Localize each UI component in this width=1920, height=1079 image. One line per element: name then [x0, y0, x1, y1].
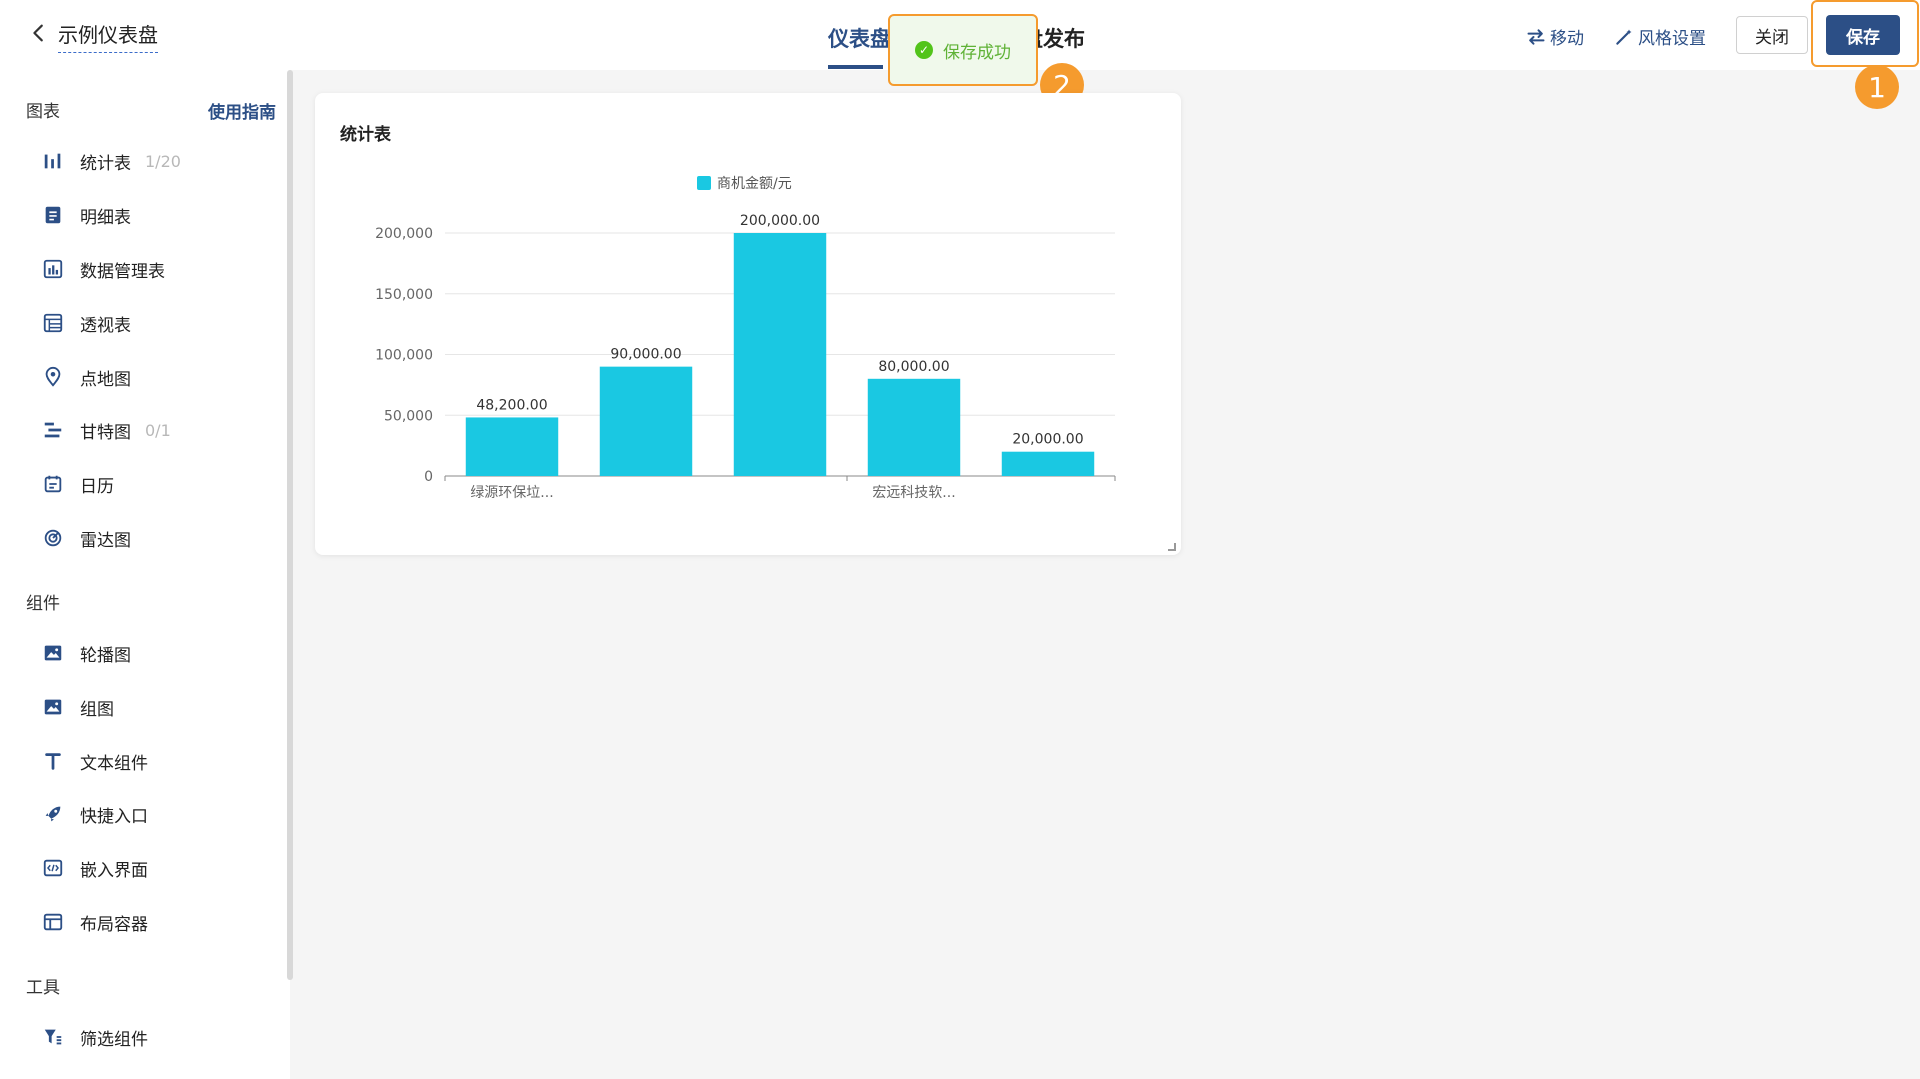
- pivot-table-icon: [40, 310, 66, 336]
- y-tick-label: 150,000: [375, 287, 433, 303]
- sidebar-item-quick-entry[interactable]: 快捷入口: [40, 798, 148, 830]
- back-arrow-icon[interactable]: [28, 22, 50, 44]
- sidebar-item-label: 透视表: [80, 315, 131, 336]
- usage-guide-link[interactable]: 使用指南: [208, 98, 276, 123]
- check-circle-icon: ✓: [915, 41, 933, 59]
- move-button-label: 移动: [1550, 29, 1584, 49]
- sidebar-item-label: 明细表: [80, 207, 131, 228]
- calendar-icon: [40, 471, 66, 497]
- sidebar-item-label: 嵌入界面: [80, 860, 148, 881]
- sidebar-item-label: 筛选组件: [80, 1029, 148, 1050]
- step-marker-1: 1: [1855, 65, 1899, 109]
- bar: [733, 233, 827, 476]
- radar-icon: [40, 525, 66, 551]
- magic-wand-icon: [1616, 29, 1632, 45]
- bar-data-label: 20,000.00: [1012, 432, 1083, 448]
- toast-message: 保存成功: [943, 42, 1011, 63]
- y-tick-label: 50,000: [384, 408, 433, 424]
- x-tick-label: 宏远科技软...: [872, 485, 955, 501]
- y-tick-label: 200,000: [375, 226, 433, 242]
- sidebar-item-text-component[interactable]: 文本组件: [40, 745, 148, 777]
- bar-chart: 商机金额/元 0 50,000 100,000 150,000 200,000 48,200…: [375, 176, 1116, 501]
- sidebar-item-label: 点地图: [80, 369, 131, 390]
- dashboard-title[interactable]: 示例仪表盘: [58, 19, 158, 53]
- move-button[interactable]: 移动: [1526, 24, 1584, 49]
- sidebar-item-label: 快捷入口: [80, 806, 148, 827]
- sidebar-scrollbar[interactable]: [287, 70, 293, 980]
- bar-data-label: 90,000.00: [610, 347, 681, 363]
- embed-code-icon: [40, 855, 66, 881]
- usage-count: 0/1: [145, 420, 171, 440]
- y-tick-label: 100,000: [375, 348, 433, 364]
- gantt-icon: [40, 417, 66, 443]
- sidebar-item-radar[interactable]: 雷达图: [40, 522, 131, 554]
- data-table-icon: [40, 256, 66, 282]
- sidebar-item-gantt[interactable]: 甘特图 0/1: [40, 414, 171, 446]
- map-pin-icon: [40, 364, 66, 390]
- sidebar-item-label: 雷达图: [80, 530, 131, 551]
- sidebar-item-data-management-table[interactable]: 数据管理表: [40, 253, 165, 285]
- document-icon: [40, 202, 66, 228]
- active-tab-underline: [828, 65, 883, 69]
- sidebar-item-embed-page[interactable]: 嵌入界面: [40, 852, 148, 884]
- bar-data-label: 80,000.00: [878, 359, 949, 375]
- layout-icon: [40, 909, 66, 935]
- rocket-icon: [40, 801, 66, 827]
- image-group-icon: [40, 694, 66, 720]
- legend-swatch: [697, 176, 711, 190]
- sidebar-item-calendar[interactable]: 日历: [40, 468, 114, 500]
- save-success-toast: ✓ 保存成功: [888, 14, 1038, 86]
- y-tick-label: 0: [424, 469, 433, 485]
- sidebar-item-label: 统计表: [80, 153, 131, 174]
- bar-data-label: 200,000.00: [740, 213, 820, 229]
- sidebar-item-label: 组图: [80, 699, 114, 720]
- sidebar-item-filter-component[interactable]: 筛选组件: [40, 1021, 148, 1053]
- stat-chart-card[interactable]: 统计表 商机金额/元 0 50,000 100,000 150,000 200,000 48…: [315, 93, 1181, 555]
- section-title-components: 组件: [26, 594, 60, 614]
- bar-data-label: 48,200.00: [476, 397, 547, 413]
- close-button[interactable]: 关闭: [1736, 16, 1808, 54]
- sidebar-item-point-map[interactable]: 点地图: [40, 361, 131, 393]
- tab-dashboard-design[interactable]: 仪表盘: [828, 23, 891, 53]
- usage-count: 1/20: [145, 151, 181, 171]
- sidebar-item-label: 轮播图: [80, 645, 131, 666]
- save-button[interactable]: 保存: [1826, 15, 1900, 55]
- sidebar-item-carousel[interactable]: 轮播图: [40, 637, 131, 669]
- sidebar-item-stat-table[interactable]: 统计表 1/20: [40, 145, 181, 177]
- sidebar-item-layout-container[interactable]: 布局容器: [40, 906, 148, 938]
- x-tick-label: 绿源环保垃...: [470, 485, 553, 501]
- sidebar-item-image-group[interactable]: 组图: [40, 691, 114, 723]
- sidebar-item-label: 日历: [80, 476, 114, 497]
- section-title-tools: 工具: [26, 978, 60, 998]
- resize-handle[interactable]: [1168, 543, 1176, 551]
- sidebar-item-label: 数据管理表: [80, 261, 165, 282]
- style-settings-label: 风格设置: [1638, 29, 1706, 49]
- sidebar-item-pivot-table[interactable]: 透视表: [40, 307, 131, 339]
- bar-chart-icon: [40, 148, 66, 174]
- bar: [1001, 451, 1095, 476]
- bar: [867, 378, 961, 476]
- legend-label: 商机金额/元: [717, 176, 792, 192]
- sidebar-item-detail-table[interactable]: 明细表: [40, 199, 131, 231]
- image-icon: [40, 640, 66, 666]
- sidebar-item-label: 文本组件: [80, 753, 148, 774]
- bar: [599, 366, 693, 476]
- sidebar-item-label: 甘特图: [80, 422, 131, 443]
- filter-icon: [40, 1024, 66, 1050]
- bar: [465, 417, 559, 476]
- sidebar-item-label: 布局容器: [80, 914, 148, 935]
- text-icon: [40, 748, 66, 774]
- style-settings-button[interactable]: 风格设置: [1614, 24, 1706, 49]
- section-title-charts: 图表: [26, 102, 60, 122]
- swap-arrows-icon: [1527, 28, 1545, 45]
